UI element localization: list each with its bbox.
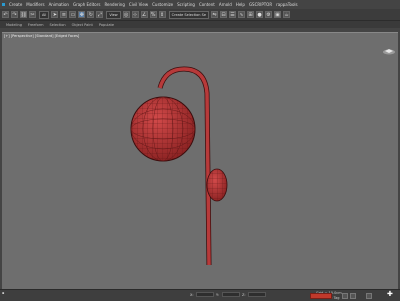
selection-filter-dropdown[interactable]: All [39, 10, 50, 19]
ribbon-tab[interactable]: Modeling [6, 23, 22, 27]
x-label: X: [190, 293, 194, 297]
percent-snap-icon[interactable]: % [149, 11, 157, 18]
lamp-model[interactable] [2, 33, 398, 290]
reference-coord-dropdown[interactable]: View [106, 10, 121, 19]
menu-item[interactable]: Civil View [129, 2, 148, 7]
rotate-icon[interactable]: ↻ [87, 11, 95, 18]
angle-snap-icon[interactable]: ∠ [140, 11, 148, 18]
scale-icon[interactable]: ⤢ [96, 11, 104, 18]
menu-item[interactable]: Rendering [104, 2, 124, 7]
curve-editor-icon[interactable]: ∿ [238, 11, 246, 18]
play-icon[interactable] [342, 293, 348, 299]
menu-item[interactable]: Help [236, 2, 245, 7]
named-selection-dropdown[interactable]: Create Selection Se [168, 10, 210, 19]
menu-bar: Create Modifiers Animation Graph Editors… [0, 0, 400, 9]
maxscript-icon[interactable]: ▪ [2, 291, 4, 295]
spinner-snap-icon[interactable]: ⇕ [158, 11, 166, 18]
ribbon-tab[interactable]: Populate [99, 23, 114, 27]
align-icon[interactable]: ⊟ [220, 11, 228, 18]
y-label: Y: [216, 293, 219, 297]
ribbon-tab[interactable]: Freeform [28, 23, 44, 27]
key-filter-icon[interactable] [366, 293, 372, 299]
z-label: Z: [242, 293, 246, 297]
redo-icon[interactable]: ↷ [11, 11, 18, 18]
menu-item[interactable]: GSCRIPTOR [249, 2, 272, 7]
app-logo-icon [2, 3, 5, 6]
menu-item[interactable]: Graph Editors [73, 2, 100, 7]
menu-item[interactable]: Animation [49, 2, 69, 7]
ribbon-tab[interactable]: Object Paint [72, 23, 93, 27]
schematic-icon[interactable]: ⊞ [247, 11, 255, 18]
select-by-name-icon[interactable]: ≡ [60, 11, 68, 18]
main-toolbar: ↶ ↷ ⛓ ✂ All ➤ ≡ ▭ ✥ ↻ ⤢ View ◎ ⊹ ∠ % ⇕ C… [0, 9, 400, 21]
z-field[interactable] [248, 292, 266, 297]
mirror-icon[interactable]: ⇋ [211, 11, 219, 18]
menu-item[interactable]: rappaTools [276, 2, 297, 7]
menu-item[interactable]: Customize [152, 2, 173, 7]
menu-item[interactable]: Create [9, 2, 22, 7]
render-setup-icon[interactable]: ⚙ [265, 11, 273, 18]
select-icon[interactable]: ➤ [51, 11, 59, 18]
y-field[interactable] [222, 292, 240, 297]
rect-region-icon[interactable]: ▭ [69, 11, 77, 18]
next-frame-icon[interactable] [350, 293, 356, 299]
menu-item[interactable]: Modifiers [26, 2, 44, 7]
pivot-icon[interactable]: ◎ [122, 11, 130, 18]
perspective-viewport[interactable]: [+] [Perspective] [Standard] [Edged Face… [2, 32, 398, 290]
ribbon-tab[interactable]: Selection [50, 23, 66, 27]
render-frame-icon[interactable]: ▣ [274, 11, 282, 18]
undo-icon[interactable]: ↶ [2, 11, 9, 18]
link-icon[interactable]: ⛓ [20, 11, 27, 18]
unlink-icon[interactable]: ✂ [29, 11, 36, 18]
snap-icon[interactable]: ⊹ [131, 11, 139, 18]
zoom-icon[interactable]: ✚ [387, 290, 393, 298]
render-icon[interactable]: ☕ [283, 11, 291, 18]
status-bar: ▪ X: Y: Z: Grid = 10.0cm Add Time Tag ✚ [0, 289, 400, 301]
x-field[interactable] [196, 292, 214, 297]
auto-key-button[interactable] [310, 293, 332, 299]
material-editor-icon[interactable]: ● [256, 11, 264, 18]
viewcube-icon[interactable] [382, 47, 396, 55]
ribbon-tabs: Modeling Freeform Selection Object Paint… [0, 21, 400, 28]
move-icon[interactable]: ✥ [78, 11, 86, 18]
menu-item[interactable]: Arnold [219, 2, 232, 7]
menu-item[interactable]: Content [199, 2, 215, 7]
layers-icon[interactable]: ☰ [229, 11, 237, 18]
menu-item[interactable]: Scripting [177, 2, 195, 7]
